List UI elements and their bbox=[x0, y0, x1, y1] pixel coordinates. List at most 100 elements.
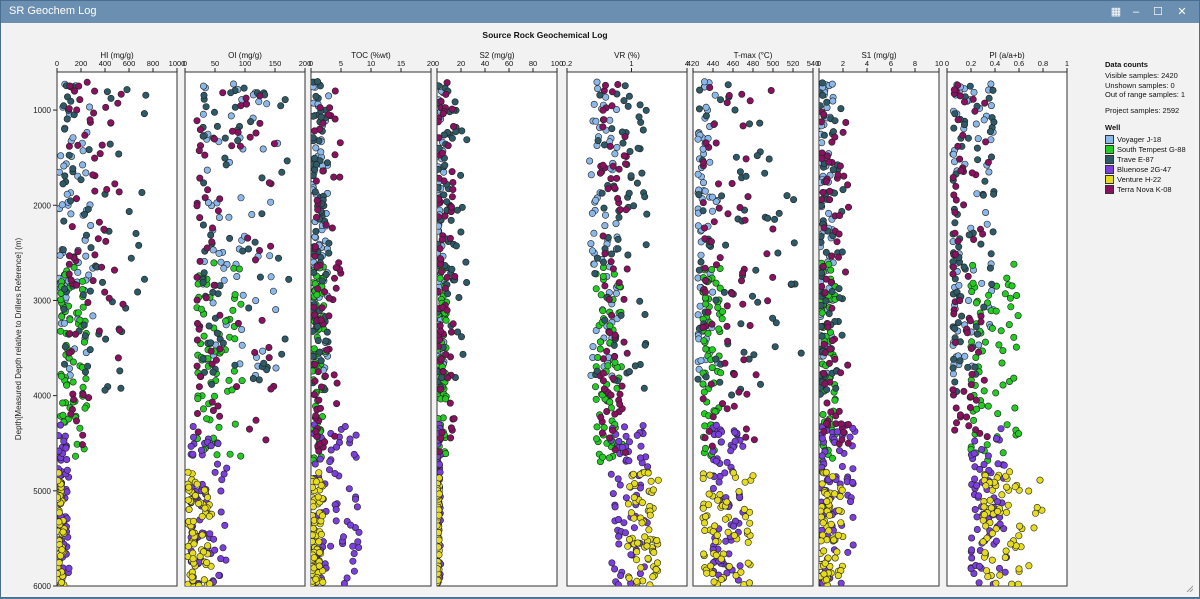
data-point bbox=[312, 144, 320, 152]
data-point bbox=[950, 124, 958, 132]
data-point bbox=[627, 551, 635, 559]
data-point bbox=[615, 165, 623, 173]
data-point bbox=[236, 142, 244, 150]
data-point bbox=[355, 528, 363, 536]
data-point bbox=[649, 486, 657, 494]
data-point bbox=[968, 534, 976, 542]
data-point bbox=[598, 189, 606, 197]
data-point bbox=[838, 436, 846, 444]
data-point bbox=[311, 243, 319, 251]
data-point bbox=[613, 143, 621, 151]
data-point bbox=[252, 416, 260, 424]
data-point bbox=[951, 208, 959, 216]
data-point bbox=[708, 570, 716, 578]
title-bar[interactable]: SR Geochem Log ▦ ‒ ☐ ✕ bbox=[1, 1, 1199, 23]
data-point bbox=[237, 300, 245, 308]
data-point bbox=[835, 294, 843, 302]
data-point bbox=[744, 193, 752, 201]
data-point bbox=[992, 435, 1000, 443]
data-point bbox=[835, 285, 843, 293]
data-point bbox=[353, 503, 361, 511]
data-point bbox=[1016, 522, 1024, 530]
data-point bbox=[590, 260, 598, 268]
data-point bbox=[725, 92, 733, 100]
data-point bbox=[694, 170, 702, 178]
data-point bbox=[712, 139, 720, 147]
data-point bbox=[593, 254, 601, 262]
data-point bbox=[839, 128, 847, 136]
layout-grid-icon[interactable]: ▦ bbox=[1105, 3, 1127, 21]
data-point bbox=[225, 213, 233, 221]
data-point bbox=[849, 478, 857, 486]
legend-item[interactable]: Venture H-22 bbox=[1105, 174, 1200, 184]
data-point bbox=[849, 513, 857, 521]
maximize-button[interactable]: ☐ bbox=[1147, 3, 1169, 21]
data-point bbox=[774, 249, 782, 257]
data-point bbox=[339, 533, 347, 541]
data-point bbox=[968, 288, 976, 296]
data-point bbox=[735, 388, 743, 396]
data-point bbox=[259, 347, 267, 355]
data-point bbox=[319, 167, 327, 175]
data-point bbox=[58, 201, 66, 209]
data-point bbox=[708, 346, 716, 354]
data-point bbox=[60, 285, 68, 293]
legend-item[interactable]: Bluenose 2G-47 bbox=[1105, 164, 1200, 174]
data-point bbox=[740, 356, 748, 364]
data-point bbox=[1007, 540, 1015, 548]
data-point bbox=[790, 239, 798, 247]
data-point bbox=[246, 133, 254, 141]
data-point bbox=[69, 378, 77, 386]
data-point bbox=[697, 258, 705, 266]
legend-item[interactable]: Terra Nova K-08 bbox=[1105, 184, 1200, 194]
data-point bbox=[606, 434, 614, 442]
data-point bbox=[844, 181, 852, 189]
data-point bbox=[95, 327, 103, 335]
data-point bbox=[59, 246, 67, 254]
legend-item[interactable]: Trave E-87 bbox=[1105, 154, 1200, 164]
data-point bbox=[741, 216, 749, 224]
data-point bbox=[1001, 290, 1009, 298]
minimize-button[interactable]: ‒ bbox=[1125, 3, 1147, 21]
data-point bbox=[756, 119, 764, 127]
data-point bbox=[313, 291, 321, 299]
data-point bbox=[599, 355, 607, 363]
legend-item[interactable]: South Tempest G-88 bbox=[1105, 144, 1200, 154]
data-point bbox=[65, 270, 73, 278]
data-point bbox=[447, 328, 455, 336]
data-point bbox=[325, 466, 333, 474]
data-point bbox=[637, 564, 645, 572]
data-point bbox=[100, 225, 108, 233]
data-point bbox=[194, 428, 202, 436]
geochem-log-chart[interactable]: Source Rock Geochemical Log Depth[Measur… bbox=[5, 24, 1095, 594]
resize-grip-icon[interactable] bbox=[1185, 584, 1193, 592]
legend-item[interactable]: Voyager J-18 bbox=[1105, 134, 1200, 144]
data-point bbox=[712, 421, 720, 429]
data-point bbox=[238, 341, 246, 349]
data-point bbox=[625, 574, 633, 582]
data-point bbox=[437, 255, 444, 263]
data-point bbox=[742, 155, 750, 163]
x-tick-label: 0.2 bbox=[966, 59, 976, 68]
data-point bbox=[317, 113, 325, 121]
data-point bbox=[267, 198, 275, 206]
close-button[interactable]: ✕ bbox=[1171, 3, 1193, 21]
x-tick-label: 200 bbox=[75, 59, 88, 68]
track-6: S1 (mg/g)0 2 4 6 8 10 bbox=[817, 51, 943, 587]
data-point bbox=[819, 507, 825, 515]
data-point bbox=[263, 100, 271, 108]
data-point bbox=[699, 395, 707, 403]
data-point bbox=[142, 91, 150, 99]
data-point bbox=[739, 300, 747, 308]
data-point bbox=[607, 175, 615, 183]
data-point bbox=[60, 305, 68, 313]
data-point bbox=[269, 287, 277, 295]
data-point bbox=[827, 520, 835, 528]
data-point bbox=[696, 86, 704, 94]
data-point bbox=[617, 571, 625, 579]
data-point bbox=[193, 480, 201, 488]
data-point bbox=[739, 122, 747, 130]
data-point bbox=[219, 544, 227, 552]
data-point bbox=[1010, 333, 1018, 341]
data-point bbox=[724, 528, 732, 536]
